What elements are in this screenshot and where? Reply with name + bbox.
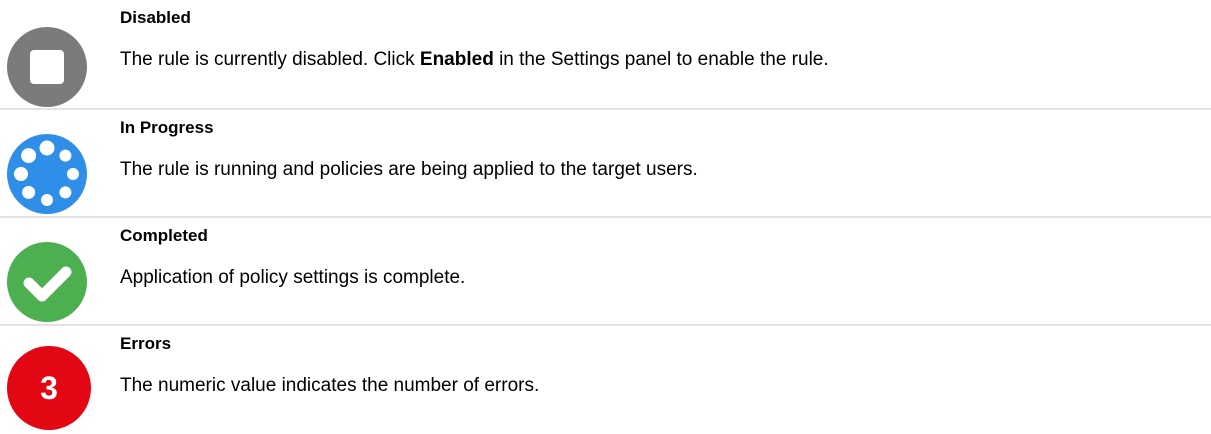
stop-square-shape [30,50,64,84]
status-description: The numeric value indicates the number o… [120,375,540,396]
checkmark-icon [7,242,87,322]
status-row-errors: 3 Errors The numeric value indicates the… [0,324,1211,432]
desc-emphasis: Enabled [419,49,494,70]
status-title: Completed [120,226,208,245]
status-description: The rule is currently disabled. Click En… [120,48,829,72]
status-description: Application of policy settings is comple… [120,267,466,288]
status-description: The rule is running and policies are bei… [120,159,698,180]
status-row-disabled: Disabled The rule is currently disabled.… [0,0,1211,108]
status-title: Disabled [120,8,191,27]
desc-text: The rule is currently disabled. Click [120,49,420,70]
status-legend: Disabled The rule is currently disabled.… [0,0,1211,432]
status-row-completed: Completed Application of policy settings… [0,216,1211,324]
error-count: 3 [40,370,58,406]
status-title: In Progress [120,118,214,137]
stop-square-icon [7,27,87,107]
error-count-icon: 3 [7,346,91,434]
status-row-in-progress: In Progress The rule is running and poli… [0,108,1211,216]
spinner-dots-icon [7,134,87,214]
status-title: Errors [120,334,172,353]
desc-text: in the Settings panel to enable the rule… [493,49,829,70]
